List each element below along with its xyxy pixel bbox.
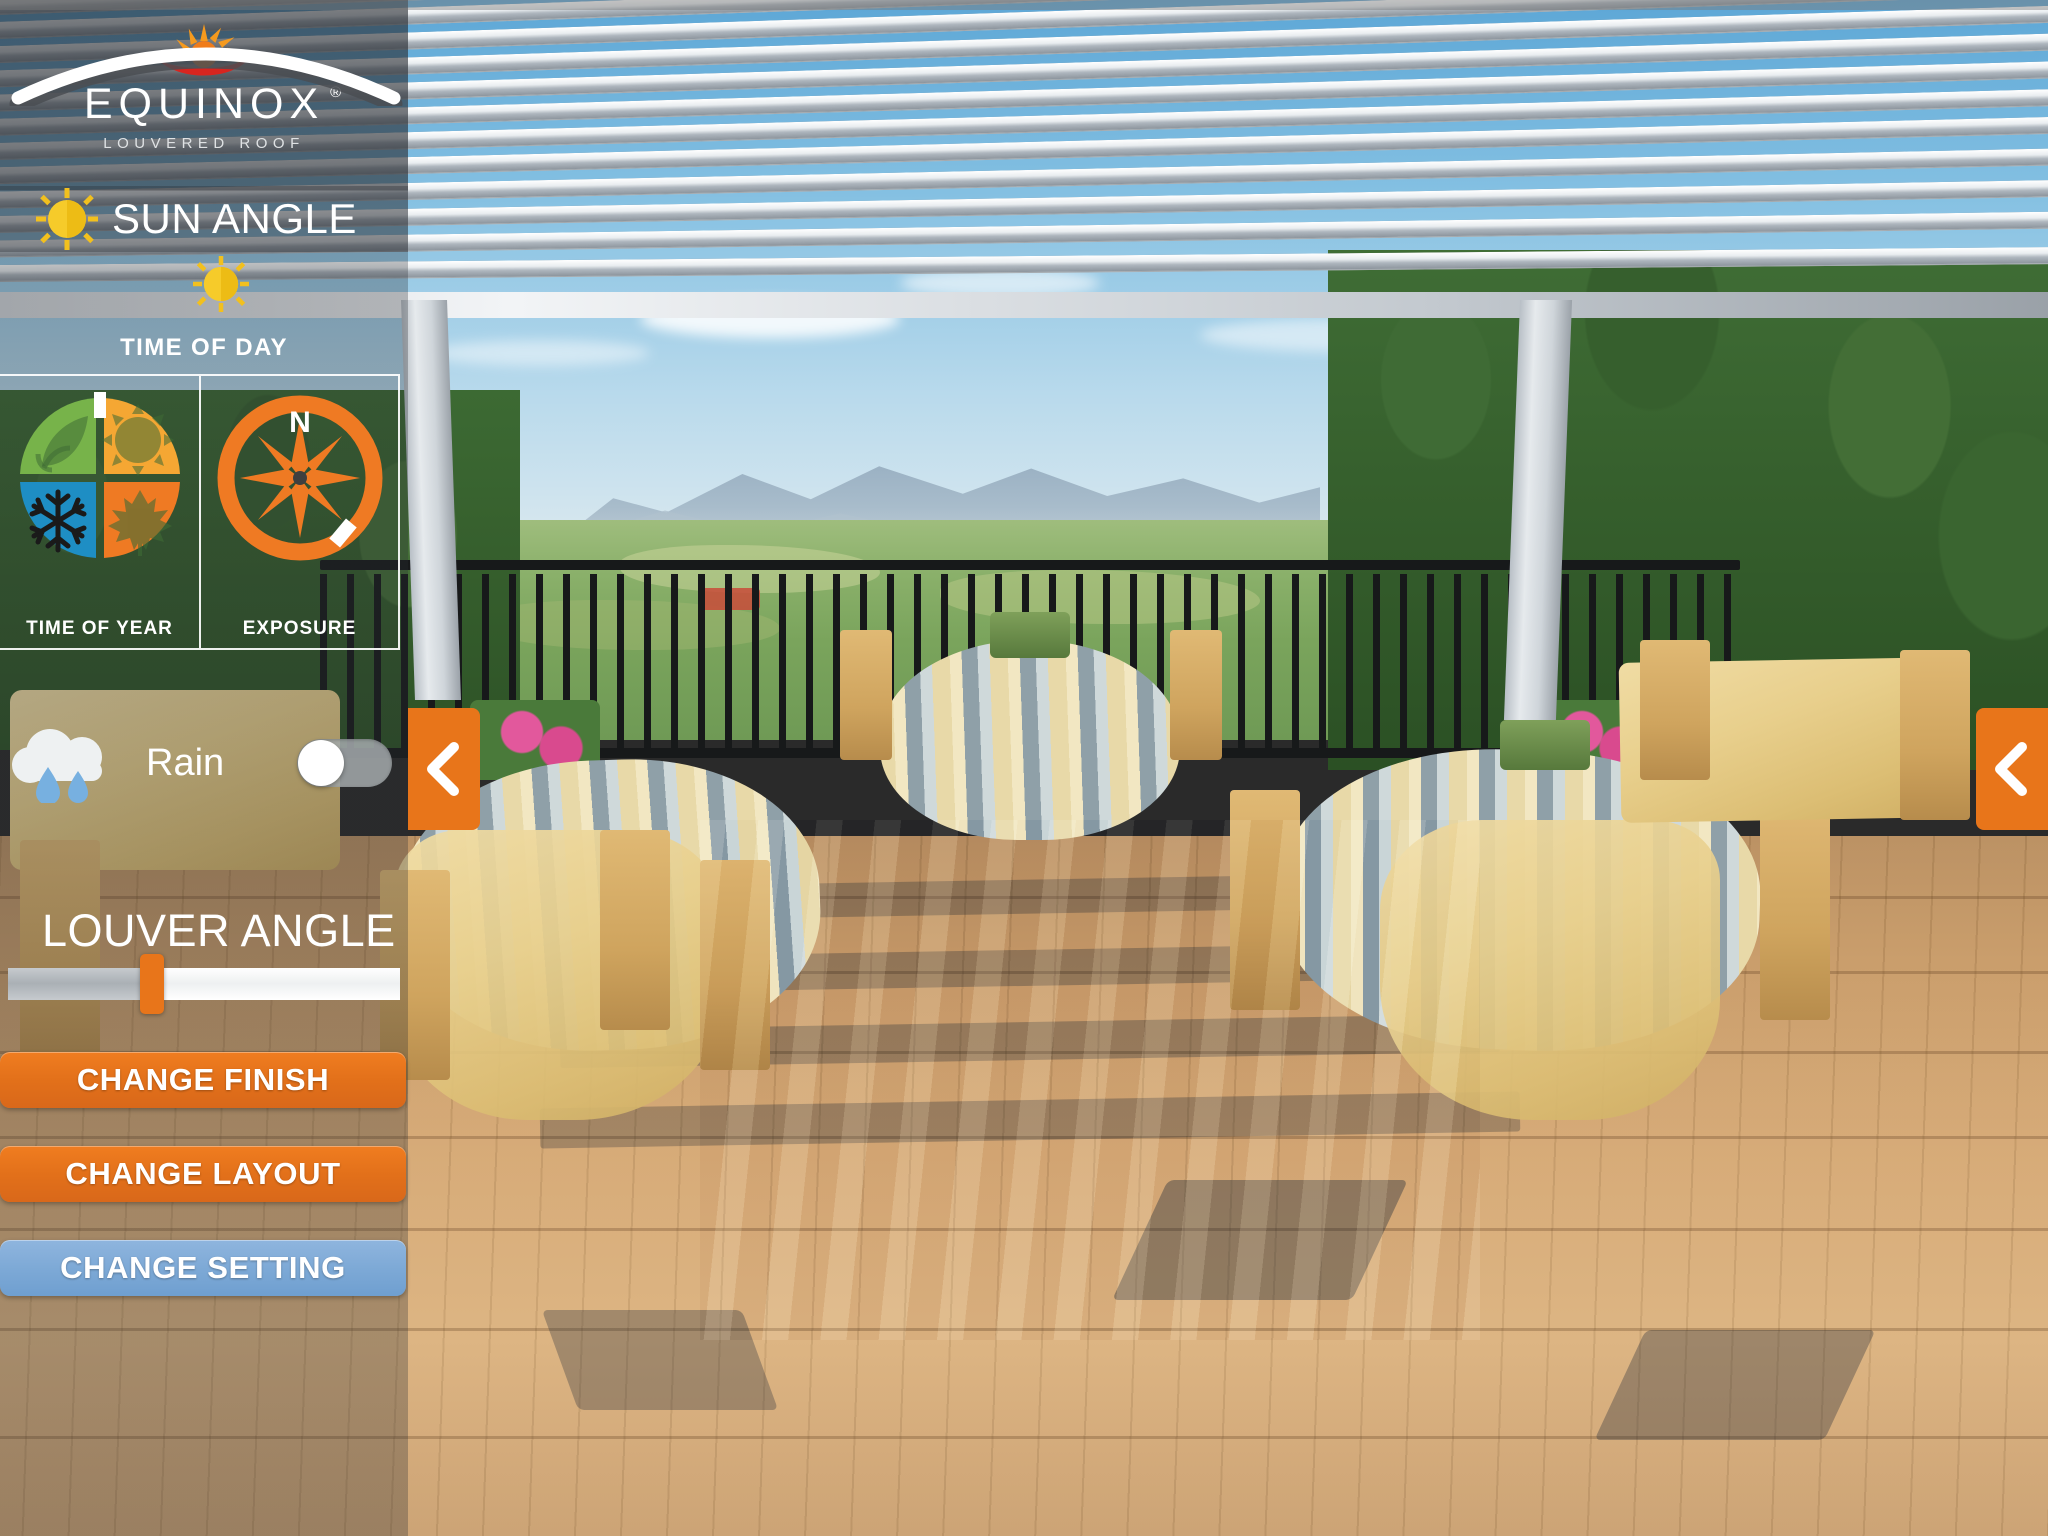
table-centerpiece: [1500, 720, 1590, 770]
table-centerpiece: [990, 612, 1070, 658]
brand-tagline: LOUVERED ROOF: [103, 135, 305, 152]
control-sidebar: EQUINOX ® LOUVERED ROOF SUN ANGLE TIME O…: [0, 0, 408, 1536]
change-finish-button[interactable]: CHANGE FINISH: [0, 1052, 406, 1108]
slider-handle[interactable]: [140, 954, 164, 1014]
time-of-day-sun-marker-icon[interactable]: [193, 256, 249, 312]
exposure-control[interactable]: N EXPOSURE: [200, 374, 400, 650]
compass-north-label: N: [289, 406, 311, 439]
time-of-day-label: TIME OF DAY: [120, 334, 288, 361]
banquet-table: [880, 640, 1180, 840]
sun-arc-track-icon[interactable]: [8, 24, 404, 106]
next-view-button[interactable]: [1976, 708, 2048, 830]
louver-angle-slider[interactable]: [8, 954, 400, 1014]
rain-label: Rain: [146, 741, 225, 784]
slider-track-remaining[interactable]: [156, 968, 400, 1000]
change-setting-button[interactable]: CHANGE SETTING: [0, 1240, 406, 1296]
rain-toggle[interactable]: [297, 739, 392, 787]
top-edge-bar: [0, 0, 2048, 10]
compass-icon[interactable]: N: [214, 392, 386, 564]
sun-angle-label: SUN ANGLE: [112, 195, 357, 242]
season-exposure-panel: TIME OF YEAR N EXPOSURE: [0, 374, 400, 650]
rain-control-row: Rain: [10, 716, 400, 810]
cloud: [430, 340, 650, 366]
sun-icon: [36, 188, 98, 250]
exposure-label: EXPOSURE: [242, 618, 357, 639]
louver-angle-label: LOUVER ANGLE: [42, 905, 396, 956]
chevron-left-icon[interactable]: [424, 741, 464, 797]
sun-angle-header: SUN ANGLE: [0, 186, 408, 252]
time-of-year-label: TIME OF YEAR: [26, 618, 173, 639]
rain-toggle-knob[interactable]: [298, 740, 344, 786]
change-layout-button[interactable]: CHANGE LAYOUT: [0, 1146, 406, 1202]
chevron-left-icon[interactable]: [1992, 741, 2032, 797]
rain-cloud-icon: [12, 729, 102, 803]
slider-track-filled[interactable]: [8, 968, 148, 1000]
previous-view-button[interactable]: [408, 708, 480, 830]
app-root: EQUINOX ® LOUVERED ROOF SUN ANGLE TIME O…: [0, 0, 2048, 1536]
time-of-year-control[interactable]: TIME OF YEAR: [0, 374, 200, 650]
four-seasons-icon[interactable]: [14, 392, 186, 564]
louver-light-stripes: [700, 820, 1480, 1340]
